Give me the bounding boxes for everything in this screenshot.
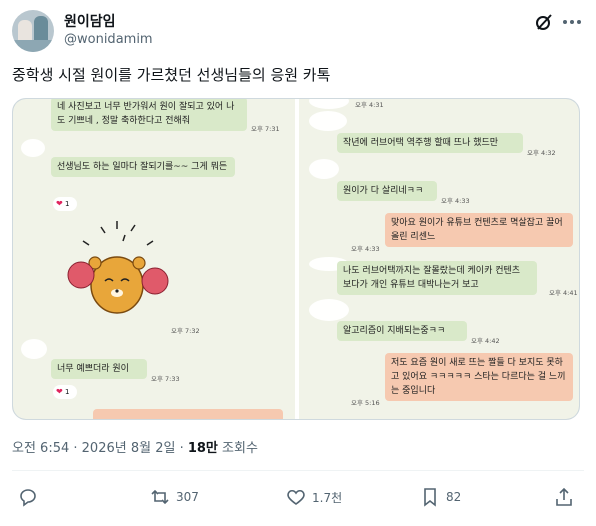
tweet-date[interactable]: 2026년 8월 2일 xyxy=(82,441,176,456)
chat-time: 오후 4:33 xyxy=(351,245,380,253)
reaction-badge: ❤ 1 xyxy=(53,197,77,211)
tweet-text: 중학생 시절 원이를 가르쳤던 선생님들의 응원 카톡 xyxy=(12,66,331,84)
chat-time: 오후 7:32 xyxy=(171,327,200,335)
retweet-button[interactable]: 307 xyxy=(150,486,199,508)
chat-time: 오후 4:33 xyxy=(441,197,470,205)
chat-time: 오후 5:16 xyxy=(351,399,380,407)
action-bar: 307 1.7천 82 xyxy=(0,478,596,518)
chat-time: 오후 7:33 xyxy=(151,375,180,383)
tweet-meta: 오전 6:54 · 2026년 8월 2일 · 18만 조회수 xyxy=(12,441,258,456)
chat-message: 맞아요 원이가 유튜브 컨텐츠로 멱살잡고 끌어올린 리센느 xyxy=(385,213,573,247)
reaction-badge: ❤ 1 xyxy=(53,385,77,399)
reaction-count: 1 xyxy=(64,388,70,396)
divider xyxy=(12,470,584,471)
author-name[interactable]: 원이담임 xyxy=(64,11,116,31)
reply-button[interactable] xyxy=(18,486,44,508)
views-label: 조회수 xyxy=(222,441,258,456)
chat-time: 오후 4:32 xyxy=(527,149,556,157)
reply-icon xyxy=(20,489,36,507)
avatar[interactable] xyxy=(12,10,54,52)
chat-time: 오후 4:42 xyxy=(471,337,500,345)
bookmark-button[interactable]: 82 xyxy=(420,486,461,508)
author-handle[interactable]: @wonidamim xyxy=(64,32,153,47)
grok-icon[interactable] xyxy=(534,12,554,32)
chat-screenshot-right: 오후 4:31 작년에 러브어택 역주행 할때 뜨나 했드만 오후 4:32 원… xyxy=(299,99,579,419)
reaction-count: 1 xyxy=(64,200,70,208)
chat-message: 나도 러브어택까지는 잘몰랐는데 케이카 컨텐츠 보다가 개인 유튜브 대박나는… xyxy=(337,261,537,295)
chat-message: 너무 예쁘더라 원이 xyxy=(51,359,147,379)
retweet-count: 307 xyxy=(176,490,199,504)
heart-icon xyxy=(287,489,305,505)
chat-time: 오후 7:31 xyxy=(251,125,280,133)
chat-message: 알고리즘이 지배되는중ㅋㅋ xyxy=(337,321,467,341)
like-button[interactable]: 1.7천 xyxy=(286,486,342,508)
chat-message: 저도 요즘 원이 새로 뜨는 짤들 다 보지도 못하고 있어요 ㅋㅋㅋㅋㅋ 스타… xyxy=(385,353,573,401)
chat-time: 오후 4:41 xyxy=(549,289,578,297)
share-icon xyxy=(556,487,572,506)
bookmark-icon xyxy=(424,488,436,507)
chat-message: 네 사진보고 너무 반가워서 원이 잘되고 있어 나도 기쁘네 , 정말 축하한… xyxy=(51,99,247,131)
chat-message: 작년에 러브어택 역주행 할때 뜨나 했드만 xyxy=(337,133,523,153)
tweet-image[interactable]: 네 사진보고 너무 반가워서 원이 잘되고 있어 나도 기쁘네 , 정말 축하한… xyxy=(12,98,580,420)
tweet-time[interactable]: 오전 6:54 xyxy=(12,441,69,456)
like-count: 1.7천 xyxy=(312,490,343,505)
tweet-header: 원이담임 @wonidamim xyxy=(12,8,584,56)
chat-screenshot-left: 네 사진보고 너무 반가워서 원이 잘되고 있어 나도 기쁘네 , 정말 축하한… xyxy=(13,99,295,419)
more-horizontal-icon[interactable] xyxy=(560,12,584,32)
views-count: 18만 xyxy=(187,441,218,456)
retweet-icon xyxy=(151,489,169,505)
chat-time: 오후 4:31 xyxy=(355,101,384,109)
chat-message: 선생님도 하는 일마다 잘되기를~~ 그게 뭐든 xyxy=(51,157,235,177)
ryan-sticker xyxy=(67,221,169,314)
bookmark-count: 82 xyxy=(446,490,462,504)
chat-message: 원이가 다 살리네ㅋㅋ xyxy=(337,181,437,201)
share-button[interactable] xyxy=(554,486,580,508)
